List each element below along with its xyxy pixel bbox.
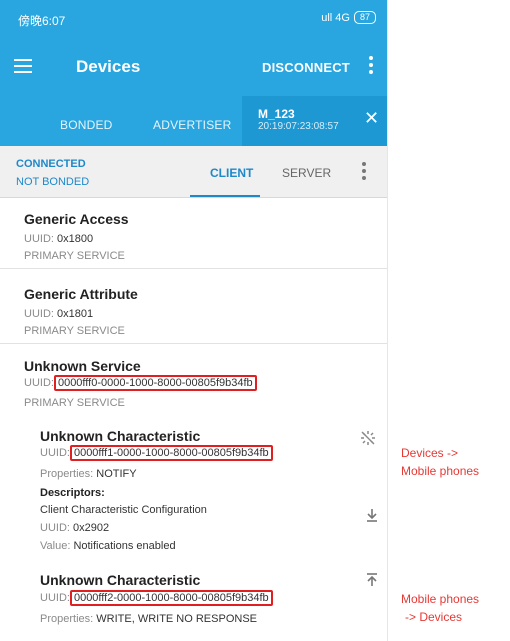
page-title: Devices (76, 57, 141, 76)
properties-label: Properties: (40, 468, 94, 480)
connection-state: CONNECTED (16, 158, 86, 170)
uuid-label: UUID: (24, 377, 54, 389)
device-address: 20:19:07:23:08:57 (258, 121, 339, 132)
service-uuid: UUID: 0x1800 (24, 233, 93, 245)
descriptor-value: Value: Notifications enabled (40, 540, 176, 552)
descriptors-heading: Descriptors: (40, 487, 105, 499)
uuid-value-highlighted: 0000fff2-0000-1000-8000-00805f9b34fb (69, 590, 273, 606)
read-download-icon[interactable] (364, 507, 380, 523)
characteristic-uuid: UUID: 0000fff2-0000-1000-8000-00805f9b34f… (40, 590, 273, 606)
descriptor-uuid: UUID: 0x2902 (40, 522, 109, 534)
annotation-notify: Devices -> Mobile phones (401, 444, 479, 480)
characteristic-properties: Properties: NOTIFY (40, 468, 137, 480)
tab-server[interactable]: SERVER (282, 166, 331, 180)
tab-device[interactable]: M_123 20:19:07:23:08:57 ✕ (242, 96, 387, 146)
service-name: Generic Access (24, 211, 129, 227)
close-icon[interactable]: ✕ (364, 108, 379, 129)
device-name: M_123 (258, 107, 295, 121)
value-label: Value: (40, 540, 71, 552)
service-item[interactable]: Generic Access UUID: 0x1800 PRIMARY SERV… (0, 199, 387, 269)
uuid-value: 0x1801 (57, 308, 94, 320)
annotation-text: -> Devices (405, 610, 463, 624)
uuid-label: UUID: (40, 447, 70, 459)
properties-label: Properties: (40, 613, 94, 625)
status-bar: 傍晚6:07 ull 4G 87 (0, 0, 387, 40)
uuid-value: 0x2902 (73, 522, 110, 534)
annotation-write: Mobile phones -> Devices (401, 590, 479, 626)
uuid-label: UUID: (40, 592, 70, 604)
service-name: Unknown Service (24, 358, 141, 374)
characteristic-name: Unknown Characteristic (40, 572, 201, 588)
service-item-expanded[interactable]: Unknown Service UUID: 0000fff0-0000-1000-… (0, 350, 387, 641)
annotation-text: Mobile phones (401, 592, 480, 606)
more-options-icon[interactable] (361, 162, 367, 184)
characteristic-properties: Properties: WRITE, WRITE NO RESPONSE (40, 613, 257, 625)
notifications-disabled-icon[interactable] (360, 430, 376, 446)
menu-icon[interactable] (14, 59, 32, 75)
write-upload-icon[interactable] (364, 572, 380, 588)
battery-icon: 87 (353, 11, 376, 24)
disconnect-button[interactable]: DISCONNECT (262, 60, 350, 75)
tab-client[interactable]: CLIENT (210, 166, 253, 180)
tab-bonded[interactable]: BONDED (60, 118, 113, 132)
connection-bar: CONNECTED NOT BONDED CLIENT SERVER (0, 146, 387, 198)
service-item[interactable]: Generic Attribute UUID: 0x1801 PRIMARY S… (0, 274, 387, 344)
service-uuid: UUID: 0000fff0-0000-1000-8000-00805f9b34f… (24, 375, 257, 391)
annotation-text: Mobile phones (401, 464, 480, 478)
annotation-text: Devices -> (401, 446, 459, 460)
service-name: Generic Attribute (24, 286, 138, 302)
phone-screen: 傍晚6:07 ull 4G 87 Devices DISCONNECT BOND… (0, 0, 388, 641)
more-options-icon[interactable] (368, 56, 374, 78)
status-time: 傍晚6:07 (18, 14, 66, 28)
tab-advertiser[interactable]: ADVERTISER (153, 118, 231, 132)
uuid-value-highlighted: 0000fff0-0000-1000-8000-00805f9b34fb (53, 375, 257, 391)
uuid-value: 0x1800 (57, 233, 94, 245)
app-bar: Devices DISCONNECT (0, 40, 387, 96)
uuid-label: UUID: (40, 522, 70, 534)
bond-state: NOT BONDED (16, 176, 90, 188)
service-uuid: UUID: 0x1801 (24, 308, 93, 320)
characteristic-uuid: UUID: 0000fff1-0000-1000-8000-00805f9b34f… (40, 445, 273, 461)
device-tabs: BONDED ADVERTISER M_123 20:19:07:23:08:5… (0, 96, 387, 146)
signal-indicator: ull 4G (321, 11, 350, 24)
status-indicators: ull 4G 87 (321, 11, 376, 24)
service-type: PRIMARY SERVICE (24, 250, 125, 262)
uuid-label: UUID: (24, 233, 54, 245)
uuid-value-highlighted: 0000fff1-0000-1000-8000-00805f9b34fb (69, 445, 273, 461)
properties-value: NOTIFY (96, 468, 137, 480)
uuid-label: UUID: (24, 308, 54, 320)
descriptor-name: Client Characteristic Configuration (40, 504, 207, 516)
value-text: Notifications enabled (73, 540, 176, 552)
service-type: PRIMARY SERVICE (24, 397, 125, 409)
client-tab-indicator (190, 195, 260, 197)
service-type: PRIMARY SERVICE (24, 325, 125, 337)
properties-value: WRITE, WRITE NO RESPONSE (96, 613, 257, 625)
characteristic-name: Unknown Characteristic (40, 428, 201, 444)
